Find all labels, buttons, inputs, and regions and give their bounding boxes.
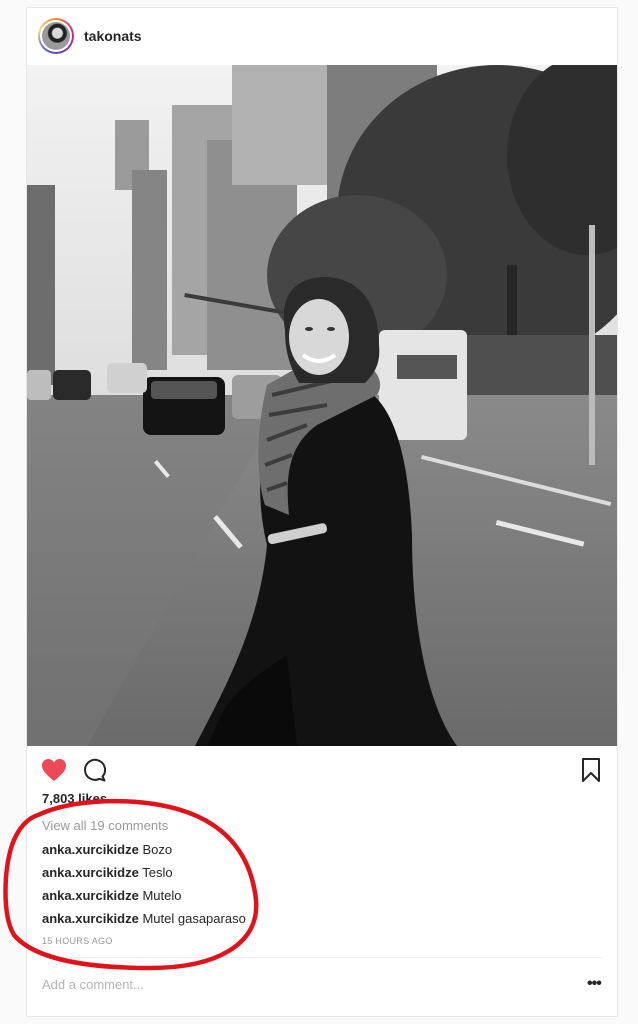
post-timestamp[interactable]: 15 HOURS AGO: [42, 936, 113, 946]
post-header: takonats: [27, 8, 617, 65]
comment-icon[interactable]: [82, 758, 106, 782]
comment-item: anka.xurcikidze Bozo: [42, 842, 172, 857]
comment-text: Bozo: [142, 842, 173, 857]
comment-item: anka.xurcikidze Teslo: [42, 865, 173, 880]
post-photo[interactable]: [27, 65, 617, 746]
comment-item: anka.xurcikidze Mutelo: [42, 888, 181, 903]
avatar-image: [42, 22, 70, 50]
comment-username[interactable]: anka.xurcikidze: [42, 888, 139, 903]
comment-username[interactable]: anka.xurcikidze: [42, 911, 139, 926]
comment-username[interactable]: anka.xurcikidze: [42, 842, 139, 857]
heart-icon[interactable]: [41, 758, 67, 782]
street-photo-image: [27, 65, 617, 746]
comment-text: Mutelo: [142, 888, 182, 903]
comment-text: Mutel gasaparaso: [142, 911, 246, 926]
bookmark-icon[interactable]: [580, 757, 602, 783]
view-all-comments-link[interactable]: View all 19 comments: [42, 818, 168, 833]
divider: [42, 957, 602, 958]
more-options-icon[interactable]: •••: [587, 976, 603, 992]
likes-count[interactable]: 7,803 likes: [42, 791, 107, 806]
comment-item: anka.xurcikidze Mutel gasaparaso: [42, 911, 246, 926]
avatar[interactable]: [38, 18, 74, 54]
add-comment-input[interactable]: [42, 977, 542, 992]
comment-text: Teslo: [142, 865, 173, 880]
post-username[interactable]: takonats: [84, 28, 142, 44]
post-card: takonats 7,803 likes View all 19 comment…: [26, 7, 618, 1017]
post-actions: [27, 746, 617, 792]
comment-username[interactable]: anka.xurcikidze: [42, 865, 139, 880]
